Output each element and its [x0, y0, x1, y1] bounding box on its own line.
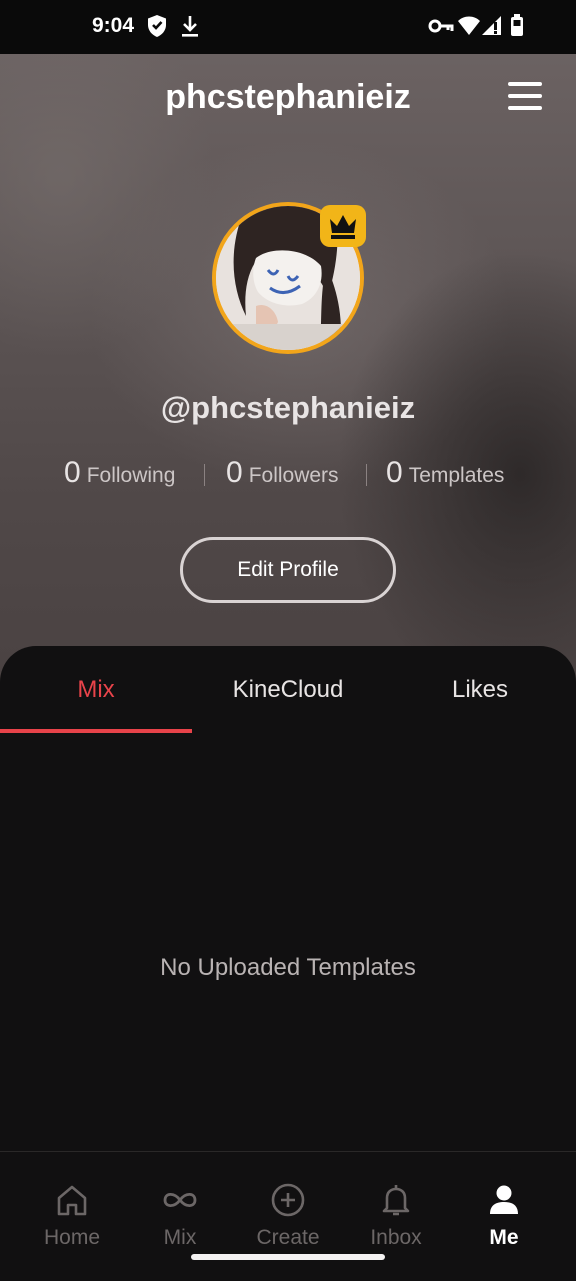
- stat-following[interactable]: 0 Following: [64, 456, 175, 490]
- nav-create-label: Create: [256, 1226, 320, 1249]
- hamburger-menu-icon: [508, 82, 542, 86]
- status-time: 9:04: [92, 14, 135, 37]
- bottom-navigation: Home Mix Create Inbox Me: [0, 1151, 576, 1281]
- tab-mix[interactable]: Mix: [0, 676, 192, 704]
- nav-mix[interactable]: Mix: [124, 1180, 236, 1250]
- tab-kinecloud[interactable]: KineCloud: [192, 676, 384, 704]
- stat-templates-count: 0: [386, 456, 403, 489]
- plus-circle-icon: [271, 1183, 305, 1217]
- nav-mix-label: Mix: [163, 1226, 197, 1249]
- nav-create[interactable]: Create: [232, 1180, 344, 1250]
- stat-templates[interactable]: 0 Templates: [386, 456, 504, 490]
- stat-followers-count: 0: [226, 456, 243, 489]
- home-gesture-bar[interactable]: [191, 1254, 385, 1260]
- nav-inbox-label: Inbox: [370, 1226, 422, 1249]
- nav-home-label: Home: [43, 1226, 101, 1249]
- content-panel: Mix KineCloud Likes No Uploaded Template…: [0, 646, 576, 1152]
- stat-divider: [366, 464, 367, 486]
- empty-state-message: No Uploaded Templates: [160, 954, 416, 981]
- profile-stats: 0 Following 0 Followers 0 Templates: [0, 456, 576, 496]
- download-icon: [182, 16, 198, 37]
- crown-icon: [330, 215, 356, 239]
- stat-following-count: 0: [64, 456, 81, 489]
- nav-inbox[interactable]: Inbox: [340, 1180, 452, 1250]
- vip-badge: [320, 205, 366, 247]
- tab-likes[interactable]: Likes: [384, 676, 576, 704]
- wifi-icon: [458, 16, 480, 35]
- nav-me-label: Me: [489, 1226, 519, 1249]
- home-icon: [57, 1185, 87, 1216]
- bell-icon: [382, 1185, 410, 1216]
- stat-templates-label: Templates: [408, 464, 505, 487]
- status-bar: 9:04: [0, 0, 576, 54]
- vpn-key-icon: [428, 19, 454, 33]
- stat-followers[interactable]: 0 Followers: [226, 456, 339, 490]
- menu-button[interactable]: [506, 80, 544, 112]
- stat-followers-label: Followers: [248, 464, 339, 487]
- edit-profile-button[interactable]: Edit Profile: [180, 537, 396, 603]
- profile-handle: @phcstephanieiz: [160, 390, 416, 425]
- active-tab-indicator: [0, 729, 192, 733]
- stat-divider: [204, 464, 205, 486]
- person-icon: [490, 1185, 518, 1214]
- infinity-icon: [163, 1192, 197, 1208]
- nav-me[interactable]: Me: [448, 1180, 560, 1250]
- stat-following-label: Following: [86, 464, 176, 487]
- signal-icon: [482, 16, 501, 35]
- page-title: phcstephanieiz: [165, 78, 411, 116]
- nav-home[interactable]: Home: [16, 1180, 128, 1250]
- battery-icon: [511, 14, 523, 36]
- shield-icon: [148, 15, 166, 37]
